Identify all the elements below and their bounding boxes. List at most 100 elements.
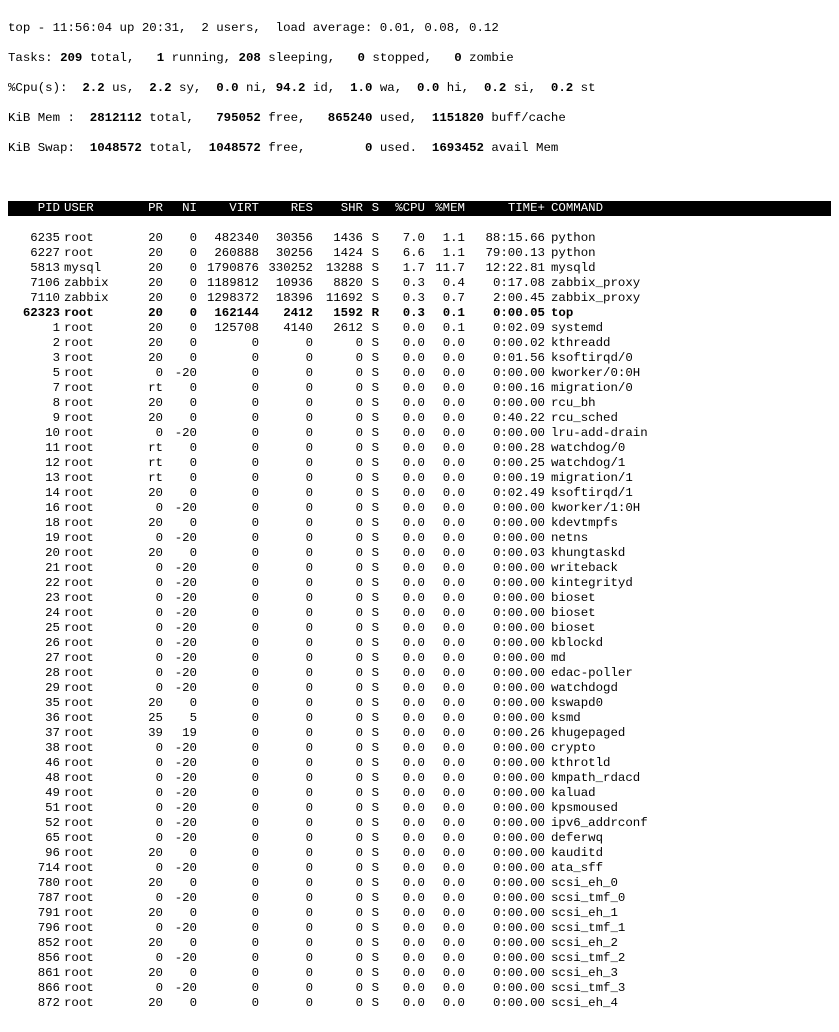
cell-shr: 8820 xyxy=(313,276,363,291)
cell-s: S xyxy=(363,966,381,981)
cell-ni: -20 xyxy=(163,861,197,876)
cell-time: 0:40.22 xyxy=(465,411,545,426)
cell-virt: 0 xyxy=(197,636,259,651)
cell-res: 0 xyxy=(259,861,313,876)
cell-s: S xyxy=(363,321,381,336)
cell-pr: 0 xyxy=(129,891,163,906)
cell-pid: 52 xyxy=(8,816,60,831)
cell-res: 18396 xyxy=(259,291,313,306)
cell-cmd: watchdogd xyxy=(545,681,831,696)
cell-cpu: 0.0 xyxy=(381,996,425,1011)
cell-s: S xyxy=(363,456,381,471)
cell-cmd: scsi_eh_1 xyxy=(545,906,831,921)
cell-res: 0 xyxy=(259,621,313,636)
cell-shr: 0 xyxy=(313,711,363,726)
cell-user: root xyxy=(60,696,129,711)
process-row: 29root0-20000S0.00.00:00.00watchdogd xyxy=(8,681,831,696)
cell-s: S xyxy=(363,816,381,831)
cell-s: S xyxy=(363,651,381,666)
col-res: RES xyxy=(259,201,313,216)
cell-s: S xyxy=(363,426,381,441)
cell-user: root xyxy=(60,456,129,471)
cell-pid: 46 xyxy=(8,756,60,771)
process-row: 866root0-20000S0.00.00:00.00scsi_tmf_3 xyxy=(8,981,831,996)
cell-virt: 0 xyxy=(197,651,259,666)
cell-res: 0 xyxy=(259,561,313,576)
cell-s: S xyxy=(363,621,381,636)
cell-mem: 0.0 xyxy=(425,921,465,936)
cell-cpu: 0.0 xyxy=(381,456,425,471)
cell-time: 2:00.45 xyxy=(465,291,545,306)
cell-pr: 20 xyxy=(129,846,163,861)
cell-mem: 0.0 xyxy=(425,471,465,486)
cell-pr: 0 xyxy=(129,831,163,846)
cell-cmd: ksoftirqd/1 xyxy=(545,486,831,501)
cell-cmd: bioset xyxy=(545,591,831,606)
cell-pid: 7110 xyxy=(8,291,60,306)
cell-virt: 0 xyxy=(197,951,259,966)
cell-virt: 0 xyxy=(197,471,259,486)
process-row: 5root0-20000S0.00.00:00.00kworker/0:0H xyxy=(8,366,831,381)
summary-line-1: top - 11:56:04 up 20:31, 2 users, load a… xyxy=(8,21,831,36)
cell-pid: 49 xyxy=(8,786,60,801)
cell-user: root xyxy=(60,951,129,966)
cell-pid: 791 xyxy=(8,906,60,921)
cell-user: root xyxy=(60,741,129,756)
cell-user: root xyxy=(60,561,129,576)
cell-cmd: kthreadd xyxy=(545,336,831,351)
cell-ni: 0 xyxy=(163,696,197,711)
cell-user: root xyxy=(60,231,129,246)
cell-time: 0:00.00 xyxy=(465,981,545,996)
cell-shr: 0 xyxy=(313,846,363,861)
cell-ni: 0 xyxy=(163,381,197,396)
cell-res: 0 xyxy=(259,891,313,906)
cell-user: root xyxy=(60,246,129,261)
cell-s: S xyxy=(363,381,381,396)
cell-mem: 0.7 xyxy=(425,291,465,306)
cell-virt: 0 xyxy=(197,801,259,816)
summary-line-4: KiB Mem : 2812112 total, 795052 free, 86… xyxy=(8,111,831,126)
cell-mem: 0.0 xyxy=(425,696,465,711)
process-table-header: PID USER PR NI VIRT RES SHR S %CPU %MEM … xyxy=(8,201,831,216)
cell-pid: 38 xyxy=(8,741,60,756)
cell-shr: 0 xyxy=(313,561,363,576)
cell-pid: 8 xyxy=(8,396,60,411)
cell-mem: 0.0 xyxy=(425,636,465,651)
cell-virt: 0 xyxy=(197,726,259,741)
cell-mem: 0.0 xyxy=(425,396,465,411)
cell-mem: 0.0 xyxy=(425,846,465,861)
cell-time: 0:00.03 xyxy=(465,546,545,561)
cell-time: 0:00.16 xyxy=(465,381,545,396)
cell-cpu: 0.0 xyxy=(381,366,425,381)
process-row: 22root0-20000S0.00.00:00.00kintegrityd xyxy=(8,576,831,591)
cell-res: 0 xyxy=(259,486,313,501)
cell-time: 0:00.00 xyxy=(465,531,545,546)
cell-shr: 0 xyxy=(313,591,363,606)
cell-virt: 260888 xyxy=(197,246,259,261)
cell-shr: 0 xyxy=(313,486,363,501)
cell-res: 0 xyxy=(259,531,313,546)
process-row: 37root3919000S0.00.00:00.26khugepaged xyxy=(8,726,831,741)
cell-time: 0:00.00 xyxy=(465,966,545,981)
cell-pr: 20 xyxy=(129,996,163,1011)
cell-res: 0 xyxy=(259,681,313,696)
cell-user: root xyxy=(60,381,129,396)
cell-time: 0:00.00 xyxy=(465,801,545,816)
cell-cmd: kpsmoused xyxy=(545,801,831,816)
cell-res: 0 xyxy=(259,591,313,606)
process-row: 36root255000S0.00.00:00.00ksmd xyxy=(8,711,831,726)
cell-pr: 20 xyxy=(129,231,163,246)
cell-mem: 11.7 xyxy=(425,261,465,276)
cell-ni: -20 xyxy=(163,561,197,576)
cell-mem: 0.0 xyxy=(425,426,465,441)
cell-ni: -20 xyxy=(163,891,197,906)
cell-user: root xyxy=(60,351,129,366)
cell-user: root xyxy=(60,411,129,426)
process-row: 23root0-20000S0.00.00:00.00bioset xyxy=(8,591,831,606)
cell-user: root xyxy=(60,396,129,411)
cell-pr: 20 xyxy=(129,486,163,501)
cell-cmd: rcu_sched xyxy=(545,411,831,426)
cell-s: S xyxy=(363,666,381,681)
cell-res: 0 xyxy=(259,366,313,381)
cell-pid: 22 xyxy=(8,576,60,591)
